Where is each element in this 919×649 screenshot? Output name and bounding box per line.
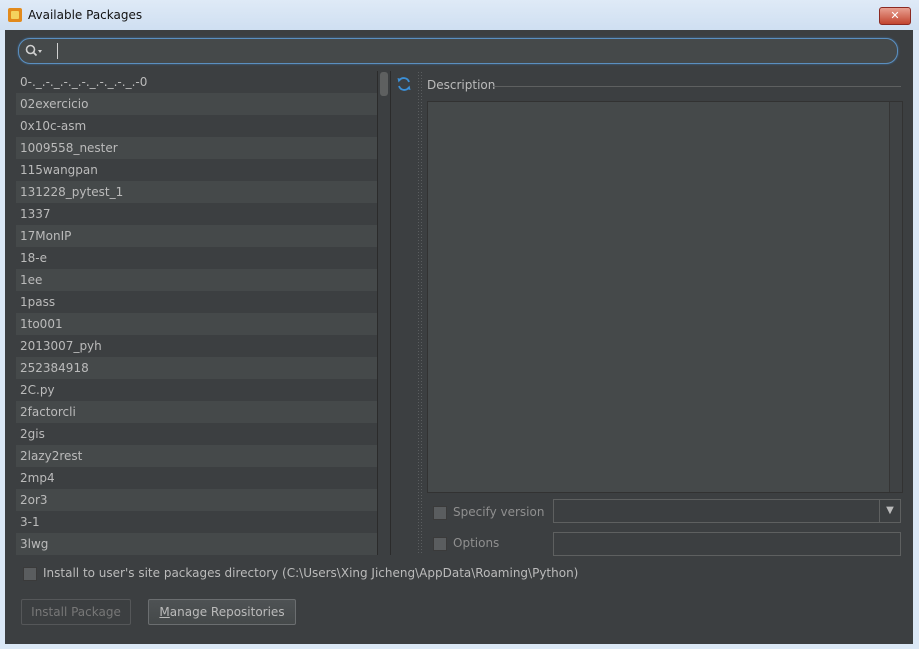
list-item[interactable]: 02exercicio [16, 93, 377, 115]
text-caret [57, 43, 58, 59]
search-input[interactable] [18, 38, 898, 64]
list-item[interactable]: 115wangpan [16, 159, 377, 181]
install-user-site-checkbox[interactable] [23, 567, 37, 581]
list-item[interactable]: 2lazy2rest [16, 445, 377, 467]
package-list[interactable]: 0-._.-._.-._.-._.-._.-._.-0 02exercicio 0x… [16, 71, 377, 555]
options-checkbox[interactable] [433, 537, 447, 551]
dialog-content: 0-._.-._.-._.-._.-._.-._.-0 02exercicio 0x… [5, 30, 913, 644]
mnemonic-letter: M [159, 605, 170, 619]
available-packages-window: Available Packages ✕ 0-._.-._.-._.-._.-.… [0, 0, 919, 649]
package-list-scrollbar[interactable] [377, 71, 390, 555]
list-item[interactable]: 17MonIP [16, 225, 377, 247]
title-bar[interactable]: Available Packages ✕ [0, 0, 919, 30]
pycharm-app-icon [8, 8, 22, 22]
list-item[interactable]: 1337 [16, 203, 377, 225]
list-item[interactable]: 0-._.-._.-._.-._.-._.-._.-0 [16, 71, 377, 93]
refresh-icon[interactable] [396, 76, 412, 92]
install-package-button[interactable]: Install Package [21, 599, 131, 625]
list-item[interactable]: 131228_pytest_1 [16, 181, 377, 203]
list-item[interactable]: 252384918 [16, 357, 377, 379]
search-icon[interactable] [25, 44, 43, 58]
window-title: Available Packages [28, 8, 143, 22]
list-item[interactable]: 2C.py [16, 379, 377, 401]
specify-version-checkbox[interactable] [433, 506, 447, 520]
list-item[interactable]: 1009558_nester [16, 137, 377, 159]
close-icon: ✕ [890, 9, 900, 22]
scroll-thumb[interactable] [380, 72, 388, 96]
install-user-site-label: Install to user's site packages director… [43, 566, 579, 580]
list-item[interactable]: 3lwg [16, 533, 377, 555]
description-area[interactable] [427, 101, 903, 493]
list-item[interactable]: 3-1 [16, 511, 377, 533]
list-item[interactable]: 2or3 [16, 489, 377, 511]
manage-repositories-label: anage Repositories [169, 605, 285, 619]
version-select[interactable]: ▼ [553, 499, 901, 523]
manage-repositories-button[interactable]: Manage Repositories [148, 599, 296, 625]
panel-splitter[interactable] [417, 71, 422, 555]
close-button[interactable]: ✕ [879, 7, 911, 25]
list-item[interactable]: 0x10c-asm [16, 115, 377, 137]
chevron-down-icon[interactable]: ▼ [879, 500, 900, 522]
list-item[interactable]: 2mp4 [16, 467, 377, 489]
list-item[interactable]: 18-e [16, 247, 377, 269]
list-item[interactable]: 1pass [16, 291, 377, 313]
list-item[interactable]: 2factorcli [16, 401, 377, 423]
description-scrollbar[interactable] [889, 102, 902, 492]
list-item[interactable]: 2013007_pyh [16, 335, 377, 357]
description-divider [493, 86, 901, 87]
list-item[interactable]: 1to001 [16, 313, 377, 335]
list-toolbar [390, 71, 417, 555]
options-label: Options [453, 536, 500, 550]
description-label: Description [427, 78, 496, 92]
list-item[interactable]: 2gis [16, 423, 377, 445]
list-item[interactable]: 1ee [16, 269, 377, 291]
specify-version-label: Specify version [453, 505, 545, 519]
options-input[interactable] [553, 532, 901, 556]
